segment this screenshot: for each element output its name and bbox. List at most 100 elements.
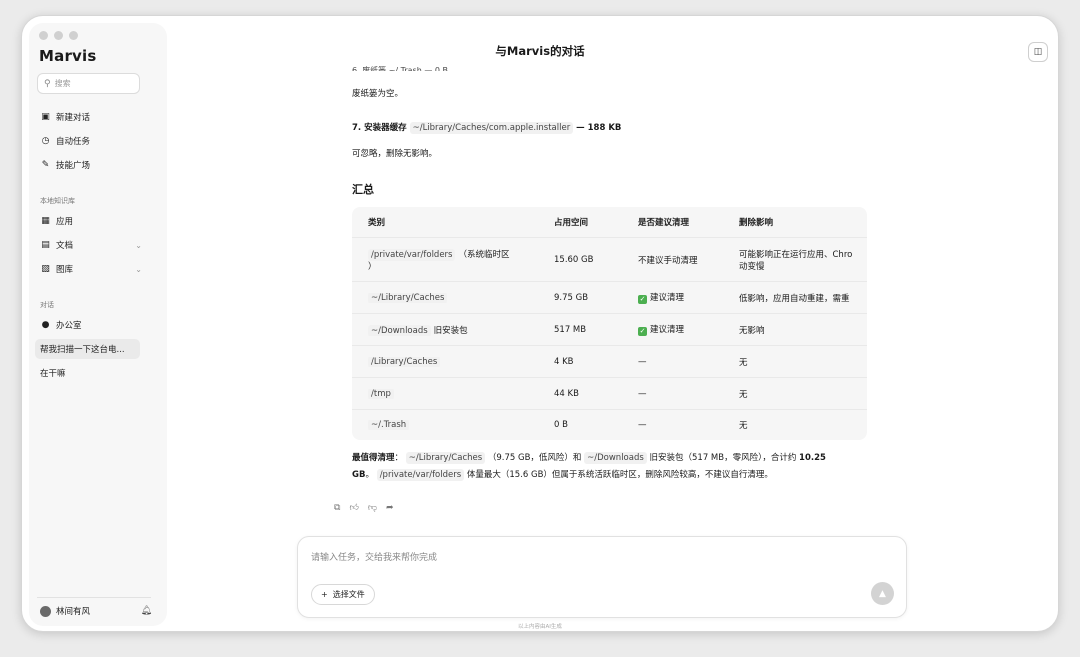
summary-colon: ： bbox=[394, 453, 404, 463]
arrow-up-icon: ▲ bbox=[879, 588, 886, 599]
item7-size: — 188 KB bbox=[576, 123, 622, 133]
conv-item-office[interactable]: ● 办公室 bbox=[40, 317, 152, 333]
sidebar-divider bbox=[37, 597, 151, 598]
share-icon[interactable]: ➦ bbox=[386, 503, 394, 513]
plus-icon: + bbox=[321, 590, 328, 599]
table-row: ~/Library/Caches 9.75 GB ✓ 建议清理 低影响，应用自动重建，需… bbox=[352, 281, 867, 313]
summary-text: 体量最大（15.6 GB）但属于系统活跃临时区，删除风险较高，不建议自行清理。 bbox=[466, 470, 773, 480]
table-row: ~/Downloads 旧安装包 517 MB ✓ 建议清理 无影响 bbox=[352, 313, 867, 345]
search-input[interactable]: ⚲ 搜索 bbox=[37, 73, 140, 94]
cell-size: 4 KB bbox=[554, 356, 574, 367]
check-icon: ✓ bbox=[638, 295, 647, 304]
impact-line2: 动变慢 bbox=[739, 261, 765, 272]
send-button[interactable]: ▲ bbox=[871, 582, 894, 605]
conv-item-chat[interactable]: 在干嘛 bbox=[35, 363, 140, 383]
table-header: 类别 bbox=[368, 218, 386, 228]
task-input[interactable]: 请输入任务，交给我来帮你完成 bbox=[311, 550, 437, 563]
nav-label: 自动任务 bbox=[56, 137, 91, 147]
category-path: /Library/Caches bbox=[368, 356, 441, 367]
cell-impact: 无 bbox=[739, 356, 867, 368]
nav-label: 技能广场 bbox=[56, 161, 91, 171]
avatar bbox=[40, 605, 51, 617]
advice-text: — bbox=[638, 420, 647, 430]
search-placeholder: 搜索 bbox=[54, 79, 71, 88]
composer[interactable]: 请输入任务，交给我来帮你完成 + 选择文件 ▲ bbox=[297, 536, 907, 618]
clock-icon: ◷ bbox=[41, 136, 50, 146]
kb-item-apps[interactable]: ▦ 应用 bbox=[40, 213, 152, 229]
cell-advice: ✓ 建议清理 bbox=[638, 323, 733, 336]
nav-skills[interactable]: ✎ 技能广场 bbox=[40, 157, 152, 173]
cell-size: 0 B bbox=[554, 420, 568, 430]
minimize-window-button[interactable] bbox=[54, 31, 63, 40]
summary-path: ~/Downloads bbox=[584, 452, 647, 464]
conv-section-label: 对话 bbox=[40, 301, 54, 309]
advice-text: — bbox=[638, 356, 647, 367]
kb-label: 文档 bbox=[56, 241, 74, 251]
cell-advice: — bbox=[638, 420, 733, 430]
item7-line: 7. 安装器缓存 ~/Library/Caches/com.apple.inst… bbox=[352, 121, 622, 134]
panel-toggle-button[interactable]: ◫ bbox=[1028, 42, 1048, 62]
cell-category: /private/var/folders （系统临时区 ） bbox=[368, 248, 536, 272]
kb-label: 图库 bbox=[56, 265, 74, 275]
user-profile[interactable]: 林间有风 🔔︎ bbox=[40, 605, 152, 617]
item7-path: ~/Library/Caches/com.apple.installer bbox=[409, 122, 574, 134]
select-file-label: 选择文件 bbox=[332, 590, 365, 599]
impact-text: 无影响 bbox=[739, 325, 765, 336]
kb-item-docs[interactable]: ▤ 文档 ⌄ bbox=[40, 237, 152, 253]
nav-label: 新建对话 bbox=[56, 113, 91, 123]
summary-total: 10.25 bbox=[799, 453, 826, 463]
table-row: /tmp 44 KB — 无 bbox=[352, 377, 867, 409]
kb-section-label: 本地知识库 bbox=[40, 197, 75, 205]
impact-text: 无 bbox=[739, 389, 748, 400]
close-window-button[interactable] bbox=[39, 31, 48, 40]
chevron-down-icon: ⌄ bbox=[135, 264, 142, 274]
zoom-window-button[interactable] bbox=[69, 31, 78, 40]
summary-text: （9.75 GB，低风险）和 bbox=[487, 453, 582, 463]
thumbs-down-icon[interactable]: 👎︎ bbox=[368, 503, 377, 513]
app-window: Marvis ⚲ 搜索 ▣ 新建对话 ◷ 自动任务 ✎ 技能广场 本地知识库 ▦… bbox=[21, 15, 1059, 632]
category-path: ~/.Trash bbox=[368, 420, 410, 430]
nav-new-chat[interactable]: ▣ 新建对话 bbox=[40, 109, 152, 125]
thumbs-up-icon[interactable]: 👍︎ bbox=[349, 503, 358, 513]
conv-item-scan[interactable]: 帮我扫描一下这台电... bbox=[35, 339, 140, 359]
cell-impact: 低影响，应用自动重建，需重 bbox=[739, 292, 867, 304]
wrench-icon: ✎ bbox=[41, 160, 50, 170]
category-path: ~/Downloads bbox=[368, 324, 431, 336]
nav-auto-tasks[interactable]: ◷ 自动任务 bbox=[40, 133, 152, 149]
bell-icon[interactable]: 🔔︎ bbox=[141, 606, 152, 616]
table-row: ~/.Trash 0 B — 无 bbox=[352, 409, 867, 440]
sidebar: Marvis ⚲ 搜索 ▣ 新建对话 ◷ 自动任务 ✎ 技能广场 本地知识库 ▦… bbox=[29, 23, 167, 626]
category-line2: ） bbox=[368, 261, 377, 272]
summary-path: ~/Library/Caches bbox=[405, 452, 486, 464]
item7-note: 可忽略，删除无影响。 bbox=[352, 149, 438, 159]
table-header: 删除影响 bbox=[739, 218, 774, 228]
cell-category: ~/Library/Caches bbox=[368, 292, 536, 303]
summary-paragraph: 最值得清理： ~/Library/Caches （9.75 GB，低风险）和 ~… bbox=[352, 450, 867, 484]
summary-path: /private/var/folders bbox=[376, 469, 465, 481]
office-icon: ● bbox=[41, 320, 50, 330]
chevron-down-icon: ⌄ bbox=[135, 240, 142, 250]
cell-size: 9.75 GB bbox=[554, 292, 589, 303]
cell-category: /Library/Caches bbox=[368, 356, 536, 367]
summary-text: 旧安装包（517 MB，零风险），合计约 bbox=[649, 453, 797, 463]
copy-icon[interactable]: ⧉ bbox=[334, 503, 340, 513]
ai-disclaimer: 以上内容由AI生成 bbox=[518, 624, 562, 630]
table-row: /Library/Caches 4 KB — 无 bbox=[352, 345, 867, 377]
conv-label: 办公室 bbox=[56, 321, 82, 331]
summary-heading: 汇总 bbox=[352, 183, 374, 196]
cut-line: 6. 废纸篓 ~/.Trash — 0 B bbox=[352, 66, 449, 71]
panel-icon: ◫ bbox=[1033, 47, 1043, 57]
advice-text: 建议清理 bbox=[650, 293, 685, 303]
cell-advice: — bbox=[638, 357, 733, 367]
message-actions: ⧉ 👍︎ 👎︎ ➦ bbox=[334, 503, 394, 513]
category-suffix: （系统临时区 bbox=[458, 249, 510, 260]
category-path: ~/Library/Caches bbox=[368, 292, 448, 303]
kb-item-gallery[interactable]: ▧ 图库 ⌄ bbox=[40, 261, 152, 277]
cell-impact: 无 bbox=[739, 388, 867, 400]
page-title: 与Marvis的对话 bbox=[495, 44, 585, 58]
summary-total-unit: GB bbox=[352, 470, 366, 480]
advice-text: — bbox=[638, 388, 647, 399]
advice-text: 不建议手动清理 bbox=[638, 255, 698, 266]
cell-advice: — bbox=[638, 389, 733, 399]
select-file-button[interactable]: + 选择文件 bbox=[311, 584, 375, 605]
